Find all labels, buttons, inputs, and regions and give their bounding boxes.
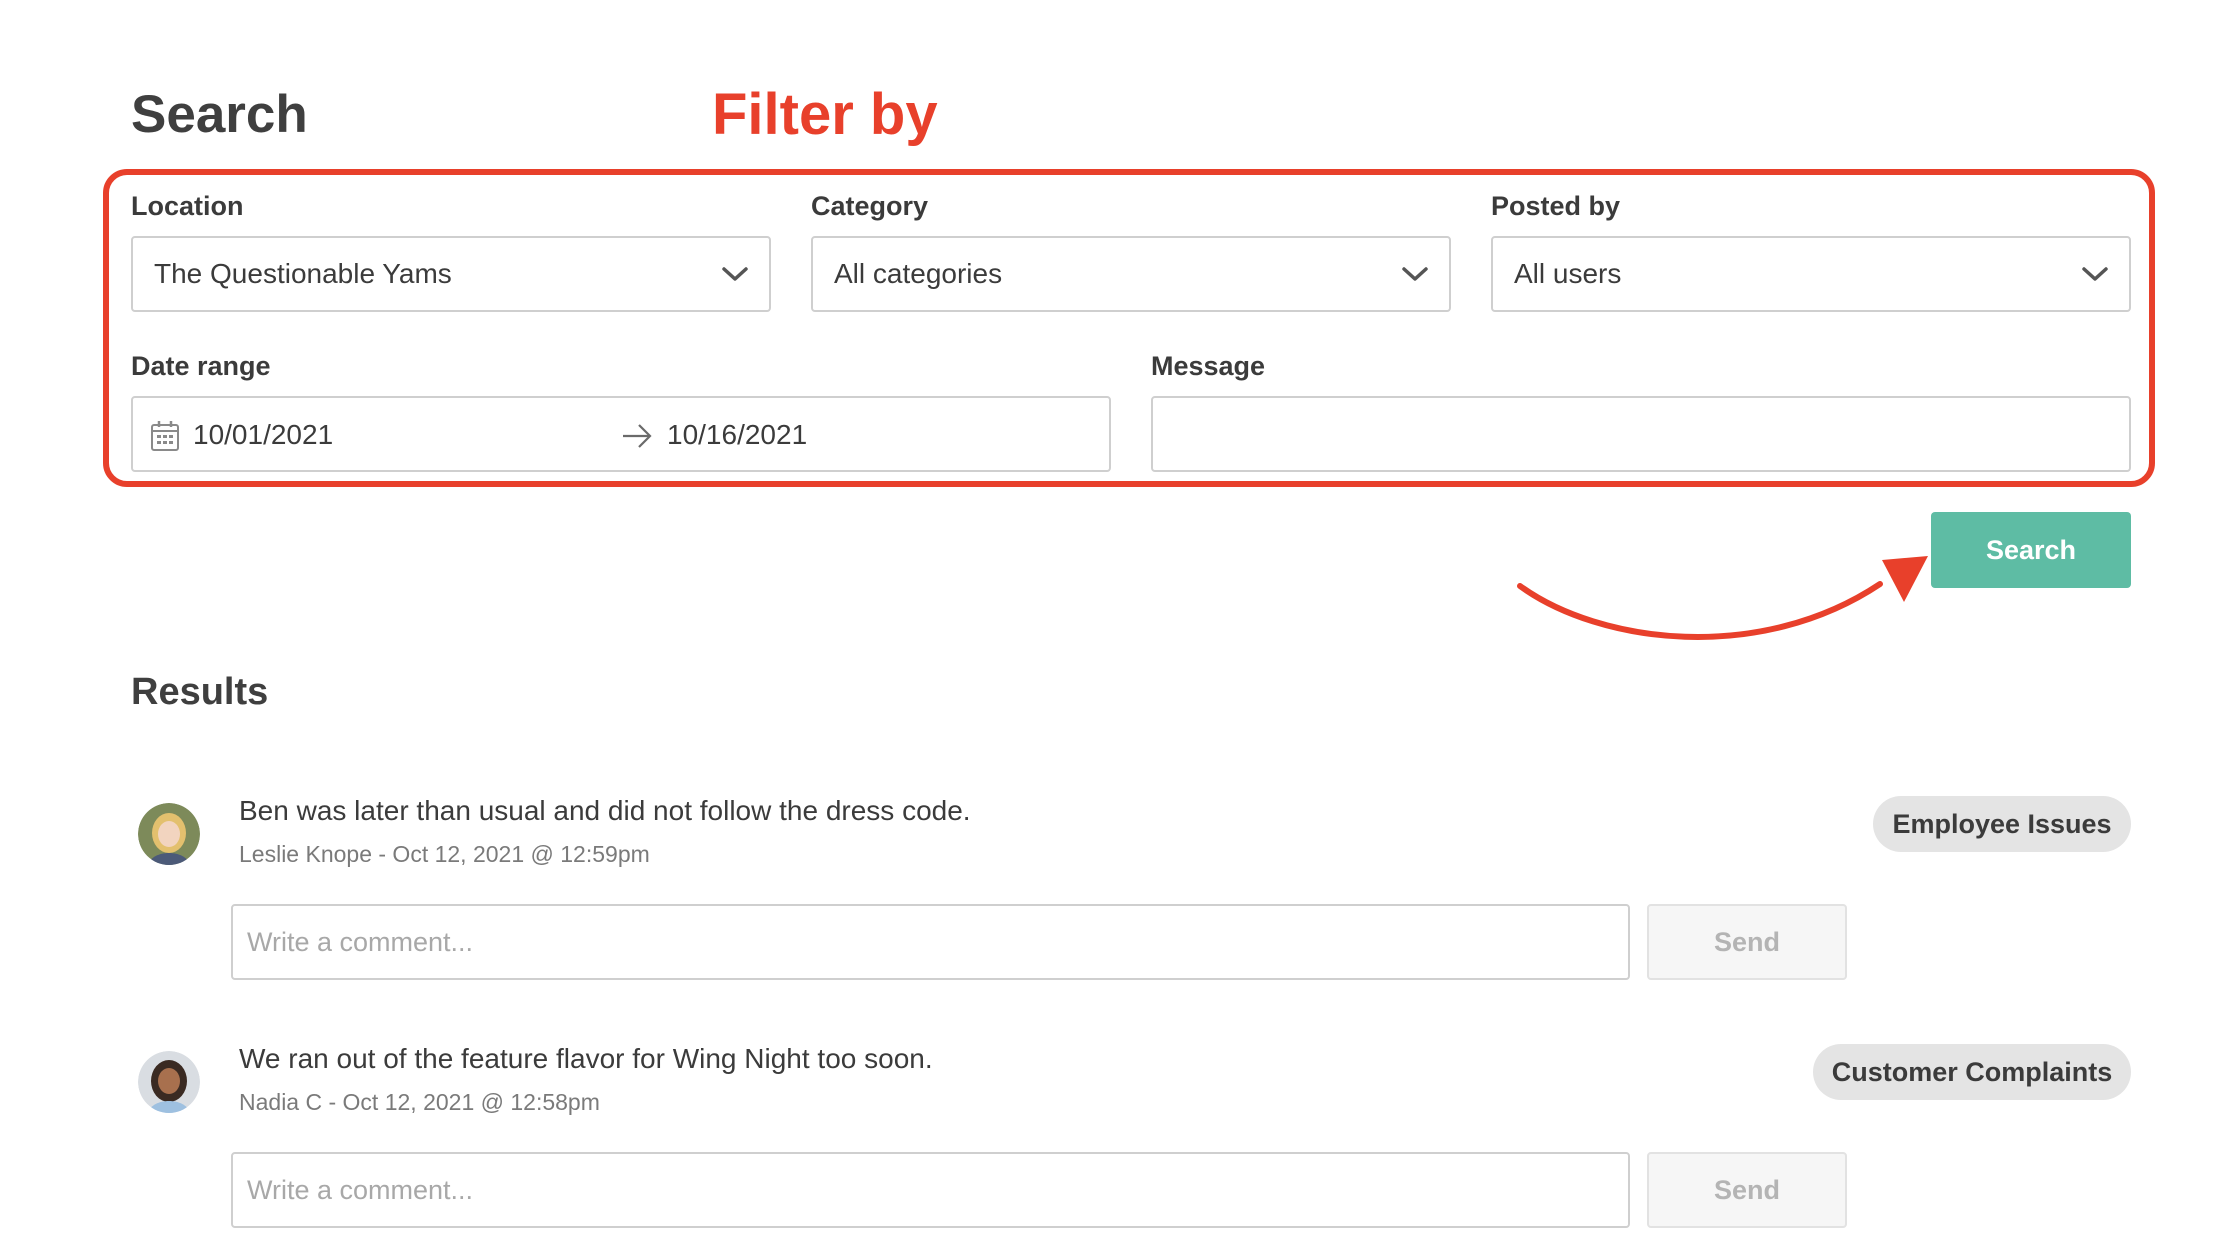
send-button[interactable]: Send	[1647, 1152, 1847, 1228]
page-title: Search	[131, 85, 308, 144]
avatar	[138, 1051, 200, 1113]
category-select[interactable]: All categories	[811, 236, 1451, 312]
chevron-down-icon	[722, 266, 748, 282]
result-item	[138, 1051, 200, 1113]
curved-arrow-icon	[1517, 556, 1928, 640]
avatar	[138, 803, 200, 865]
location-select-value: The Questionable Yams	[154, 258, 452, 289]
posted-by-select-value: All users	[1514, 258, 1622, 289]
message-input[interactable]	[1151, 396, 2131, 472]
result-item	[138, 803, 200, 865]
results-title: Results	[131, 671, 269, 713]
filter-annotation-label: Filter by	[712, 82, 938, 147]
category-select-value: All categories	[834, 258, 1003, 289]
result-message: Ben was later than usual and did not fol…	[239, 795, 971, 826]
chevron-down-icon	[2082, 266, 2108, 282]
location-label: Location	[131, 191, 244, 221]
posted-by-label: Posted by	[1491, 191, 1621, 221]
result-meta: Nadia C - Oct 12, 2021 @ 12:58pm	[239, 1089, 600, 1115]
posted-by-select[interactable]: All users	[1491, 236, 2131, 312]
result-meta: Leslie Knope - Oct 12, 2021 @ 12:59pm	[239, 841, 650, 867]
category-badge: Customer Complaints	[1813, 1044, 2131, 1100]
message-label: Message	[1151, 351, 1266, 381]
arrow-right-icon	[621, 422, 653, 450]
calendar-icon	[150, 420, 180, 452]
result-message: We ran out of the feature flavor for Win…	[239, 1043, 933, 1074]
location-select[interactable]: The Questionable Yams	[131, 236, 771, 312]
comment-input[interactable]	[231, 904, 1630, 980]
category-badge: Employee Issues	[1873, 796, 2131, 852]
search-button[interactable]: Search	[1931, 512, 2131, 588]
send-button[interactable]: Send	[1647, 904, 1847, 980]
date-range-label: Date range	[131, 351, 271, 381]
date-range-start[interactable]: 10/01/2021	[193, 420, 333, 450]
comment-input[interactable]	[231, 1152, 1630, 1228]
chevron-down-icon	[1402, 266, 1428, 282]
date-range-picker[interactable]: 10/01/2021 10/16/2021	[131, 396, 1111, 472]
category-label: Category	[811, 191, 929, 221]
date-range-end[interactable]: 10/16/2021	[667, 420, 807, 450]
